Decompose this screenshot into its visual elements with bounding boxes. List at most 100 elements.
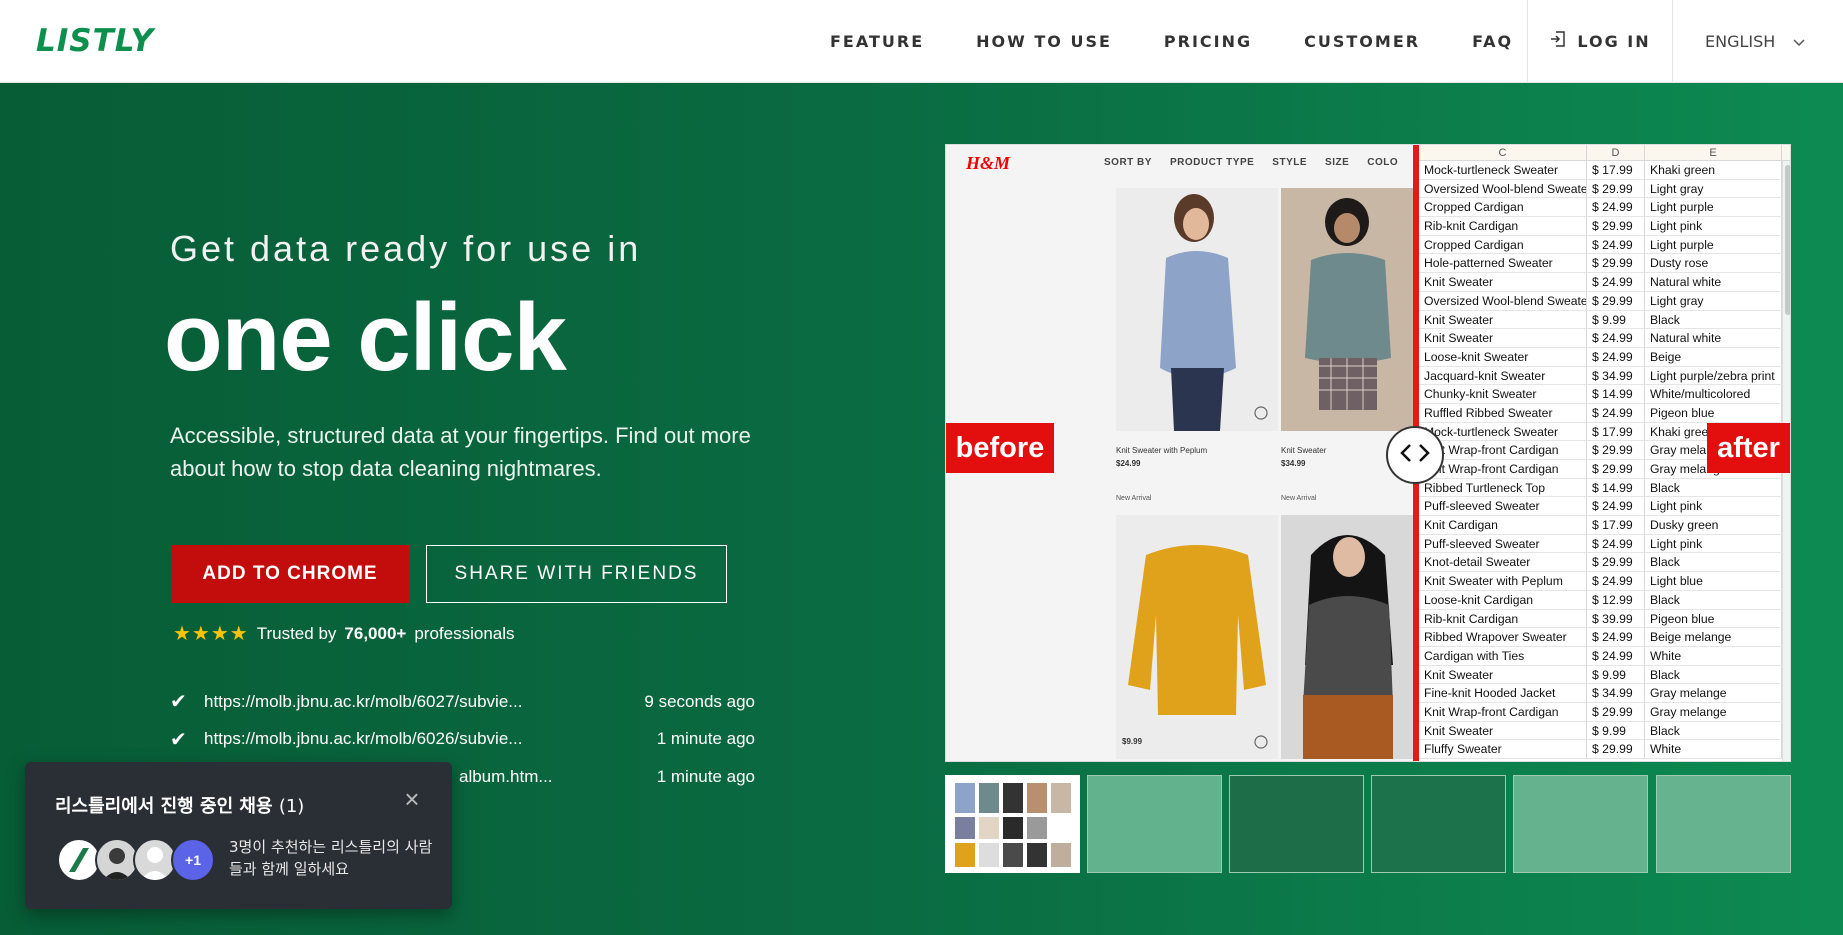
nav-customer[interactable]: CUSTOMER	[1304, 32, 1420, 51]
column-header: D	[1587, 145, 1645, 160]
close-icon[interactable]: ×	[397, 784, 427, 814]
sheet-row: Knit Sweater $ 9.99 Black	[1419, 721, 1790, 741]
recent-url[interactable]: https://molb.jbnu.ac.kr/molb/6026/subvie…	[204, 729, 657, 749]
sheet-cell: Light purple	[1645, 198, 1782, 217]
add-to-chrome-button[interactable]: ADD TO CHROME	[171, 545, 409, 603]
listly-logo[interactable]: LISTLY	[36, 23, 154, 59]
sheet-cell: $ 14.99	[1587, 478, 1645, 497]
sheet-cell: $ 24.99	[1587, 497, 1645, 516]
shop-filters: SORT BY PRODUCT TYPE STYLE SIZE COLO	[1104, 157, 1398, 168]
sheet-row: Cardigan with Ties $ 24.99 White	[1419, 646, 1790, 666]
sheet-cell: Light gray	[1645, 291, 1782, 310]
sheet-cell: $ 24.99	[1587, 572, 1645, 590]
sheet-cell: $ 39.99	[1587, 609, 1645, 628]
product-name: Knit Sweater	[1281, 446, 1327, 455]
sheet-cell: Light purple	[1645, 235, 1782, 254]
share-with-friends-button[interactable]: SHARE WITH FRIENDS	[426, 545, 727, 603]
sheet-cell: Pigeon blue	[1645, 403, 1782, 422]
product-tag: New Arrival	[1116, 495, 1152, 502]
login-button[interactable]: LOG IN	[1527, 0, 1673, 82]
recent-item: ✔ https://molb.jbnu.ac.kr/molb/6026/subv…	[170, 721, 755, 759]
sheet-cell: Cropped Cardigan	[1419, 235, 1587, 254]
sheet-cell: Black	[1645, 478, 1782, 497]
sheet-cell: Pigeon blue	[1645, 609, 1782, 628]
nav-feature[interactable]: FEATURE	[830, 32, 924, 51]
hiring-popup: 리스틀리에서 진행 중인 채용 (1) × +1 3명이 추천하는 리스틀리의 …	[25, 762, 452, 909]
sheet-cell: Knit Sweater	[1419, 273, 1587, 291]
language-select[interactable]: ENGLISH	[1705, 0, 1805, 82]
sheet-cell: $ 29.99	[1587, 441, 1645, 459]
sheet-cell: White	[1645, 740, 1782, 758]
hm-logo: H&M	[966, 153, 1011, 173]
rating-stars-icon: ★★★★	[173, 623, 249, 645]
sheet-row: Knit Sweater $ 9.99 Black	[1419, 310, 1790, 330]
thumbnail-4[interactable]	[1371, 775, 1506, 873]
sheet-cell: Ribbed Turtleneck Top	[1419, 478, 1587, 497]
sheet-cell: $ 29.99	[1587, 217, 1645, 235]
sheet-cell: Chunky-knit Sweater	[1419, 385, 1587, 403]
thumbnail-3[interactable]	[1229, 775, 1364, 873]
recent-time: 1 minute ago	[656, 729, 755, 749]
nav-pricing[interactable]: PRICING	[1164, 32, 1252, 51]
thumbnail-5[interactable]	[1513, 775, 1648, 873]
product-tag: New Arrival	[1281, 495, 1317, 502]
sheet-cell: Beige	[1645, 347, 1782, 366]
sheet-cell: $ 17.99	[1587, 161, 1645, 179]
sheet-cell: $ 24.99	[1587, 235, 1645, 254]
sheet-cell: Knit Sweater	[1419, 329, 1587, 347]
sheet-header: C D E	[1419, 145, 1790, 161]
thumbnail-6[interactable]	[1656, 775, 1791, 873]
sheet-cell: Rib-knit Cardigan	[1419, 609, 1587, 628]
sheet-cell: Gray melange	[1645, 702, 1782, 721]
sheet-row: Hole-patterned Sweater $ 29.99 Dusty rose	[1419, 254, 1790, 274]
sheet-row: Ruffled Ribbed Sweater $ 24.99 Pigeon blue	[1419, 403, 1790, 423]
sheet-row: Cropped Cardigan $ 24.99 Light purple	[1419, 198, 1790, 218]
sheet-cell: Ruffled Ribbed Sweater	[1419, 403, 1587, 422]
hero-headline: one click	[164, 284, 567, 391]
sheet-cell: Khaki green	[1645, 161, 1782, 179]
column-header: E	[1645, 145, 1782, 160]
recent-url[interactable]: https://molb.jbnu.ac.kr/molb/6027/subvie…	[204, 692, 644, 712]
sheet-row: Knit Sweater $ 24.99 Natural white	[1419, 273, 1790, 292]
top-navbar: LISTLY FEATURE HOW TO USE PRICING CUSTOM…	[0, 0, 1843, 83]
filter-sort: SORT BY	[1104, 157, 1152, 168]
sheet-cell: $ 34.99	[1587, 684, 1645, 702]
sheet-cell: $ 29.99	[1587, 553, 1645, 572]
product-image	[1281, 188, 1414, 431]
avatar-more: +1	[171, 838, 215, 882]
sheet-row: Knit Sweater with Peplum $ 24.99 Light blu…	[1419, 572, 1790, 591]
trusted-suffix: professionals	[414, 623, 515, 643]
thumbnail-2[interactable]	[1087, 775, 1222, 873]
sheet-cell: Light pink	[1645, 497, 1782, 516]
sheet-cell: Black	[1645, 310, 1782, 329]
sheet-row: Knit Cardigan $ 17.99 Dusky green	[1419, 516, 1790, 535]
sheet-cell: Fluffy Sweater	[1419, 740, 1587, 758]
compare-slider-handle[interactable]	[1386, 426, 1444, 484]
sheet-cell: $ 9.99	[1587, 665, 1645, 684]
sheet-cell: $ 29.99	[1587, 291, 1645, 310]
sheet-cell: $ 12.99	[1587, 590, 1645, 609]
recent-item: ✔ https://molb.jbnu.ac.kr/molb/6027/subv…	[170, 683, 755, 721]
check-icon: ✔	[170, 691, 187, 714]
nav-faq[interactable]: FAQ	[1472, 32, 1513, 51]
sheet-cell: Natural white	[1645, 329, 1782, 347]
sheet-cell: Cropped Cardigan	[1419, 198, 1587, 217]
sheet-row: Ribbed Wrapover Sweater $ 24.99 Beige mela…	[1419, 628, 1790, 647]
product-price: $9.99	[1122, 737, 1143, 746]
sheet-cell: Light pink	[1645, 534, 1782, 553]
sheet-cell: Fine-knit Hooded Jacket	[1419, 684, 1587, 702]
thumbnail-1[interactable]	[945, 775, 1080, 873]
column-header: C	[1419, 145, 1587, 160]
nav-how-to-use[interactable]: HOW TO USE	[976, 32, 1112, 51]
product-card	[1281, 515, 1414, 759]
sheet-cell: Black	[1645, 590, 1782, 609]
popup-title-text: 리스틀리에서 진행 중인 채용	[55, 796, 273, 817]
sheet-row: Chunky-knit Sweater $ 14.99 White/multicol…	[1419, 385, 1790, 404]
sheet-cell: Knit Wrap-front Cardigan	[1419, 441, 1587, 459]
sheet-cell: $ 24.99	[1587, 273, 1645, 291]
sheet-cell: $ 24.99	[1587, 403, 1645, 422]
filter-size: SIZE	[1325, 157, 1350, 168]
sheet-row: Jacquard-knit Sweater $ 34.99 Light purple…	[1419, 366, 1790, 386]
sheet-cell: $ 24.99	[1587, 534, 1645, 553]
sheet-cell: Jacquard-knit Sweater	[1419, 366, 1587, 385]
